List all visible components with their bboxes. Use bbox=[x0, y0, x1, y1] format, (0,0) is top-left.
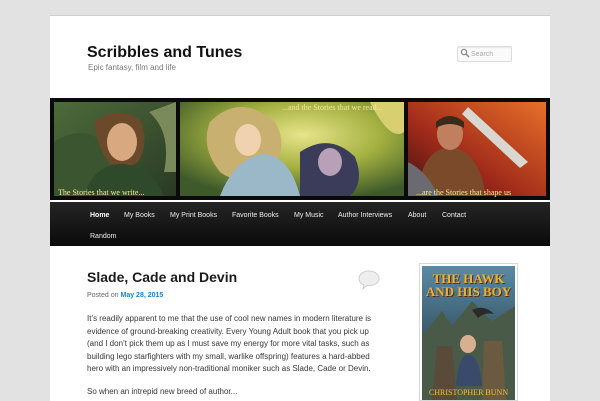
book-cover-image: THE HAWK AND HIS BOY CHRISTOPHER BUNN bbox=[422, 266, 515, 400]
banner-caption-left: The Stories that we write... bbox=[58, 188, 145, 197]
nav-item-random[interactable]: Random bbox=[90, 233, 116, 240]
post-paragraph: It’s readily apparent to me that the use… bbox=[87, 314, 372, 373]
site-description: Epic fantasy, film and life bbox=[88, 63, 176, 72]
post-title[interactable]: Slade, Cade and Devin bbox=[87, 269, 237, 285]
post-meta: Posted on May 28, 2015 bbox=[87, 292, 163, 299]
nav-item-home[interactable]: Home bbox=[90, 212, 109, 219]
header-banner-image[interactable]: The Stories that we write... ...and the … bbox=[50, 98, 550, 200]
nav-item-my-music[interactable]: My Music bbox=[294, 212, 324, 219]
banner-panel-middle bbox=[180, 102, 404, 196]
book-author: CHRISTOPHER BUNN bbox=[428, 388, 509, 397]
post-content: It’s readily apparent to me that the use… bbox=[87, 313, 387, 401]
posted-on-label: Posted on bbox=[87, 292, 119, 299]
nav-item-favorite-books[interactable]: Favorite Books bbox=[232, 212, 279, 219]
nav-item-contact[interactable]: Contact bbox=[442, 212, 466, 219]
banner-caption-middle: ...and the Stories that we read... bbox=[282, 103, 383, 112]
banner-caption-right: ...are the Stories that shape us bbox=[416, 188, 512, 197]
banner-panel-right bbox=[408, 102, 546, 196]
nav-item-my-print-books[interactable]: My Print Books bbox=[170, 212, 217, 219]
banner-panel-left bbox=[54, 102, 176, 196]
book-title: THE HAWK AND HIS BOY bbox=[422, 272, 515, 298]
page: Scribbles and Tunes Epic fantasy, film a… bbox=[50, 15, 550, 401]
post-paragraph: So when an intrepid new breed of author.… bbox=[87, 386, 238, 396]
search-icon bbox=[460, 48, 470, 58]
site-title[interactable]: Scribbles and Tunes bbox=[87, 44, 242, 62]
main-navigation: Home My Books My Print Books Favorite Bo… bbox=[50, 202, 550, 246]
sidebar-book-cover[interactable]: THE HAWK AND HIS BOY CHRISTOPHER BUNN bbox=[419, 263, 518, 401]
comment-bubble-icon[interactable] bbox=[357, 269, 381, 291]
nav-item-my-books[interactable]: My Books bbox=[124, 212, 155, 219]
post-date-link[interactable]: May 28, 2015 bbox=[120, 292, 163, 299]
search-input[interactable] bbox=[471, 47, 509, 61]
search-box[interactable] bbox=[457, 46, 512, 62]
nav-item-about[interactable]: About bbox=[408, 212, 426, 219]
nav-item-author-interviews[interactable]: Author Interviews bbox=[338, 212, 392, 219]
book-title-line2: AND HIS BOY bbox=[425, 284, 512, 299]
